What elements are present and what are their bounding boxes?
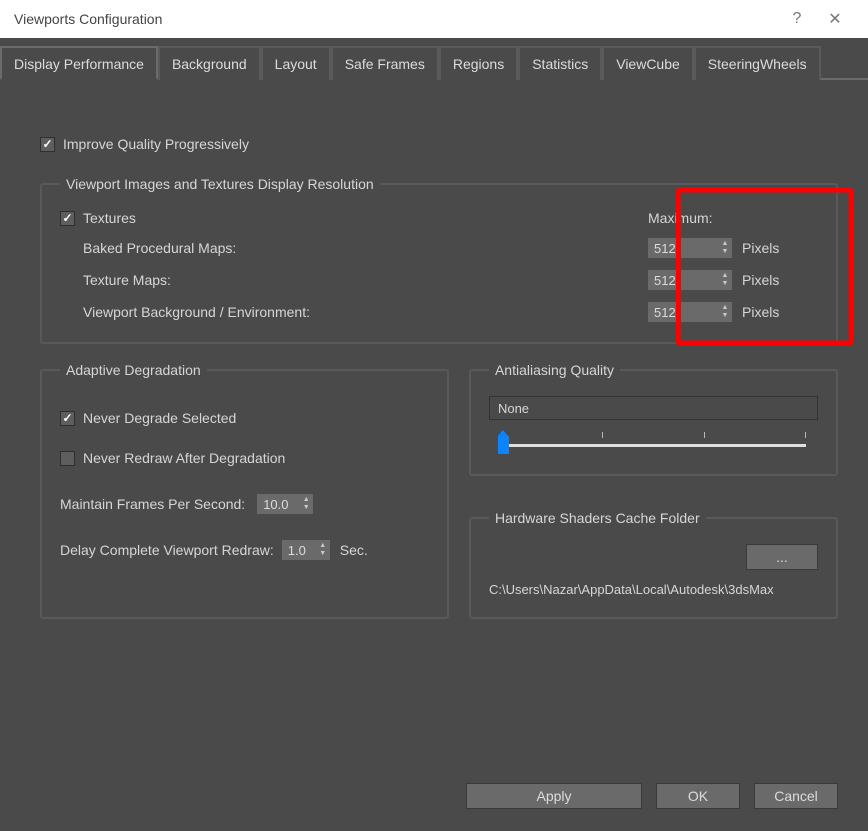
- pixels-label: Pixels: [742, 272, 779, 288]
- maximum-label: Maximum:: [648, 210, 713, 226]
- texture-maps-value: 512: [648, 270, 718, 290]
- ok-button[interactable]: OK: [656, 783, 740, 809]
- baked-maps-spinner[interactable]: 512 ▲▼: [648, 238, 732, 258]
- antialiasing-value-display: None: [489, 396, 818, 420]
- resolution-legend: Viewport Images and Textures Display Res…: [60, 176, 380, 192]
- tab-statistics[interactable]: Statistics: [518, 46, 602, 80]
- delay-redraw-label: Delay Complete Viewport Redraw:: [60, 542, 274, 558]
- improve-quality-label: Improve Quality Progressively: [63, 136, 249, 152]
- maintain-fps-spinner[interactable]: 10.0 ▲▼: [257, 494, 313, 514]
- tab-bar: Display Performance Background Layout Sa…: [0, 38, 868, 80]
- slider-thumb[interactable]: [498, 436, 509, 454]
- never-redraw-label: Never Redraw After Degradation: [83, 450, 285, 466]
- delay-redraw-spinner[interactable]: 1.0 ▲▼: [282, 540, 330, 560]
- adaptive-degradation-group: Adaptive Degradation Never Degrade Selec…: [40, 362, 449, 619]
- adaptive-legend: Adaptive Degradation: [60, 362, 207, 378]
- help-button[interactable]: ?: [778, 10, 816, 28]
- baked-maps-value: 512: [648, 238, 718, 258]
- cache-legend: Hardware Shaders Cache Folder: [489, 510, 706, 526]
- tab-viewcube[interactable]: ViewCube: [602, 46, 694, 80]
- antialiasing-slider[interactable]: [489, 432, 818, 454]
- baked-maps-label: Baked Procedural Maps:: [83, 240, 648, 256]
- never-degrade-checkbox[interactable]: [60, 411, 75, 426]
- antialiasing-group: Antialiasing Quality None: [469, 362, 838, 476]
- delay-redraw-value: 1.0: [282, 540, 316, 560]
- tab-layout[interactable]: Layout: [261, 46, 331, 80]
- texture-maps-label: Texture Maps:: [83, 272, 648, 288]
- dialog-button-bar: Apply OK Cancel: [466, 783, 838, 809]
- spinner-arrows-icon[interactable]: ▲▼: [316, 540, 330, 560]
- spinner-arrows-icon[interactable]: ▲▼: [718, 270, 732, 290]
- antialiasing-legend: Antialiasing Quality: [489, 362, 620, 378]
- tab-display-performance[interactable]: Display Performance: [0, 46, 158, 80]
- close-button[interactable]: ✕: [816, 9, 854, 29]
- spinner-arrows-icon[interactable]: ▲▼: [718, 238, 732, 258]
- cancel-button[interactable]: Cancel: [754, 783, 838, 809]
- window-title: Viewports Configuration: [14, 11, 162, 27]
- never-redraw-checkbox[interactable]: [60, 451, 75, 466]
- bg-env-label: Viewport Background / Environment:: [83, 304, 648, 320]
- pixels-label: Pixels: [742, 304, 779, 320]
- spinner-arrows-icon[interactable]: ▲▼: [718, 302, 732, 322]
- titlebar: Viewports Configuration ? ✕: [0, 0, 868, 38]
- bg-env-value: 512: [648, 302, 718, 322]
- pixels-label: Pixels: [742, 240, 779, 256]
- tab-steering-wheels[interactable]: SteeringWheels: [694, 46, 821, 80]
- improve-quality-checkbox[interactable]: [40, 137, 55, 152]
- textures-label: Textures: [83, 210, 648, 226]
- spinner-arrows-icon[interactable]: ▲▼: [299, 494, 313, 514]
- never-degrade-label: Never Degrade Selected: [83, 410, 236, 426]
- cache-path: C:\Users\Nazar\AppData\Local\Autodesk\3d…: [489, 582, 818, 597]
- browse-cache-button[interactable]: ...: [746, 544, 818, 570]
- maintain-fps-value: 10.0: [257, 494, 299, 514]
- apply-button[interactable]: Apply: [466, 783, 642, 809]
- resolution-group: Viewport Images and Textures Display Res…: [40, 176, 838, 344]
- tab-background[interactable]: Background: [158, 46, 261, 80]
- tab-regions[interactable]: Regions: [439, 46, 518, 80]
- tab-safe-frames[interactable]: Safe Frames: [331, 46, 439, 80]
- cache-folder-group: Hardware Shaders Cache Folder ... C:\Use…: [469, 510, 838, 619]
- sec-label: Sec.: [340, 542, 368, 558]
- textures-checkbox[interactable]: [60, 211, 75, 226]
- antialiasing-value: None: [498, 401, 529, 416]
- bg-env-spinner[interactable]: 512 ▲▼: [648, 302, 732, 322]
- texture-maps-spinner[interactable]: 512 ▲▼: [648, 270, 732, 290]
- maintain-fps-label: Maintain Frames Per Second:: [60, 496, 245, 512]
